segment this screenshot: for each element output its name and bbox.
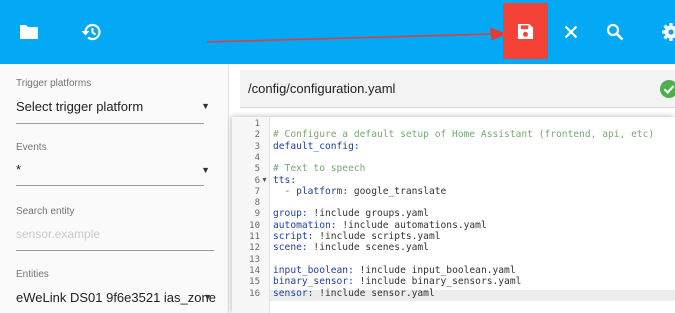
- code-token: default_config:: [273, 140, 360, 152]
- code-line: group: !include groups.yaml: [273, 208, 429, 219]
- search-entity-field[interactable]: Search entity sensor.example: [16, 206, 214, 252]
- code-line: default_config:: [273, 141, 360, 152]
- code-token: !include sensor.yaml: [313, 287, 435, 299]
- line-number: 10: [249, 220, 260, 231]
- folder-icon[interactable]: [15, 18, 43, 46]
- code-token: !include binary_sensors.yaml: [353, 276, 522, 288]
- field-underline: [16, 250, 214, 251]
- fold-toggle-icon[interactable]: ▼: [261, 177, 268, 184]
- code-token: -: [273, 185, 297, 197]
- line-number-gutter: 1 2 3 4 5 6 ▼ 7 8 9 10 11 12 13 14 15 16: [232, 117, 270, 313]
- code-token: !include groups.yaml: [307, 208, 429, 220]
- code-editor[interactable]: 1 2 3 4 5 6 ▼ 7 8 9 10 11 12 13 14 15 16 # Configure a d…: [232, 117, 675, 313]
- file-path[interactable]: /config/configuration.yaml: [248, 81, 395, 96]
- code-token: automation:: [273, 219, 337, 231]
- code-token: binary_sensor:: [273, 276, 354, 288]
- code-line: binary_sensor: !include binary_sensors.y…: [273, 276, 521, 287]
- code-token: !include scenes.yaml: [307, 242, 429, 254]
- entities-value: eWeLink DS01 9f6e3521 ias_zone (…: [16, 290, 216, 305]
- trigger-platform-value: Select trigger platform: [16, 99, 144, 114]
- field-underline: [16, 123, 204, 124]
- code-token: !include scripts.yaml: [313, 231, 441, 242]
- code-token: group:: [273, 208, 308, 220]
- line-number: 14: [249, 265, 260, 276]
- line-number: 16: [249, 288, 260, 299]
- line-number: 2: [254, 130, 260, 141]
- entities-label: Entities: [16, 269, 49, 280]
- code-line: automation: !include automations.yaml: [273, 220, 487, 231]
- code-token: # Configure a default setup of Home Assi…: [273, 129, 655, 141]
- line-number: 1: [254, 119, 260, 129]
- line-number: 6: [254, 175, 260, 186]
- code-token: script:: [273, 231, 314, 242]
- code-token: scene:: [273, 242, 308, 254]
- trigger-platform-label: Trigger platforms: [16, 78, 92, 89]
- top-toolbar: [0, 0, 675, 64]
- code-token: input_boolean:: [273, 264, 354, 276]
- line-number: 11: [249, 232, 260, 242]
- code-token: # Text to speech: [273, 163, 366, 175]
- line-number: 9: [254, 209, 260, 220]
- line-number: 8: [254, 198, 260, 209]
- code-line: sensor: !include sensor.yaml: [273, 288, 435, 299]
- save-icon: [517, 23, 534, 39]
- sidebar-panel: Trigger platforms Select trigger platfor…: [0, 64, 229, 313]
- file-path-bar: /config/configuration.yaml: [240, 70, 675, 108]
- entities-select[interactable]: Entities eWeLink DS01 9f6e3521 ias_zone …: [16, 269, 216, 313]
- gear-icon[interactable]: [657, 18, 675, 46]
- close-icon[interactable]: [557, 18, 585, 46]
- search-entity-input[interactable]: sensor.example: [16, 227, 100, 241]
- line-number: 3: [254, 141, 260, 152]
- history-icon[interactable]: [77, 18, 105, 46]
- code-line: # Text to speech: [273, 163, 365, 174]
- code-line: tts:: [273, 175, 296, 186]
- check-circle-icon: [660, 80, 675, 98]
- chevron-down-icon: ▼: [201, 165, 210, 175]
- chevron-down-icon: ▼: [201, 101, 210, 111]
- line-number: 5: [254, 164, 260, 175]
- code-line: scene: !include scenes.yaml: [273, 242, 429, 253]
- events-select[interactable]: Events * ▼: [16, 142, 210, 188]
- line-number: 7: [254, 186, 260, 197]
- code-token: platform:: [296, 185, 349, 197]
- line-number: 4: [254, 152, 260, 163]
- chevron-down-icon: ▼: [203, 292, 212, 302]
- line-number: 12: [249, 243, 260, 254]
- code-token: !include input_boolean.yaml: [353, 264, 516, 276]
- save-button[interactable]: [503, 3, 548, 59]
- code-token: tts:: [273, 174, 297, 186]
- code-line: - platform: google_translate: [273, 185, 447, 197]
- code-token: sensor:: [273, 287, 314, 299]
- code-line: input_boolean: !include input_boolean.ya…: [273, 265, 516, 276]
- code-line: # Configure a default setup of Home Assi…: [273, 129, 654, 140]
- annotation-arrow: [207, 27, 507, 43]
- code-token: google_translate: [348, 185, 447, 197]
- line-number: 15: [249, 277, 260, 288]
- events-label: Events: [16, 142, 47, 153]
- field-underline: [16, 185, 204, 186]
- search-entity-label: Search entity: [16, 206, 75, 217]
- code-line: script: !include scripts.yaml: [273, 231, 441, 242]
- events-value: *: [16, 162, 22, 177]
- search-icon[interactable]: [601, 18, 629, 46]
- line-number: 13: [249, 254, 260, 265]
- trigger-platform-select[interactable]: Trigger platforms Select trigger platfor…: [16, 78, 210, 124]
- code-token: !include automations.yaml: [336, 219, 487, 231]
